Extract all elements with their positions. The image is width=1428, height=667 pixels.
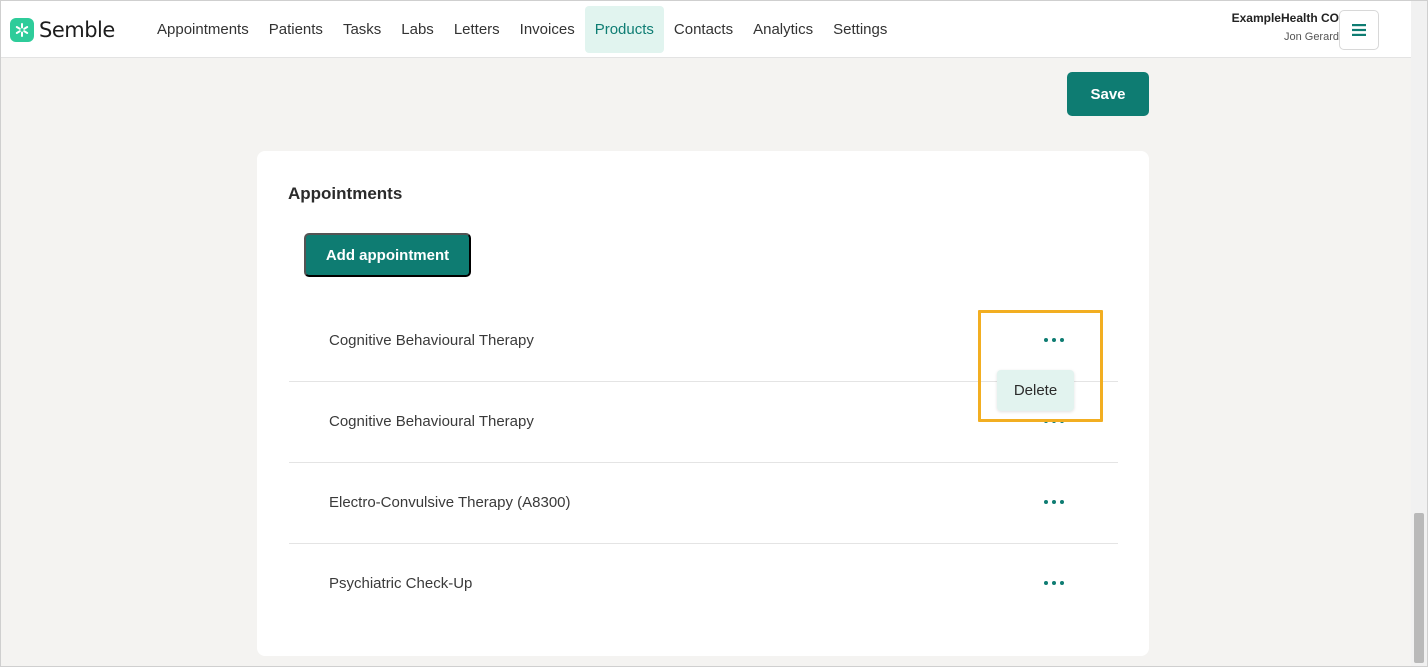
hamburger-menu-icon bbox=[1352, 24, 1366, 36]
nav-invoices[interactable]: Invoices bbox=[510, 6, 585, 53]
semble-logo-icon bbox=[10, 18, 34, 42]
nav-products[interactable]: Products bbox=[584, 6, 664, 53]
save-button[interactable]: Save bbox=[1067, 72, 1149, 116]
nav-settings[interactable]: Settings bbox=[823, 6, 897, 53]
scrollbar-thumb[interactable] bbox=[1414, 513, 1424, 663]
top-navigation-bar: Semble Appointments Patients Tasks Labs … bbox=[1, 1, 1413, 58]
appointment-row: Cognitive Behavioural Therapy bbox=[289, 301, 1118, 382]
more-options-button[interactable] bbox=[1039, 323, 1069, 357]
appointment-row: Electro-Convulsive Therapy (A8300) bbox=[289, 463, 1118, 544]
nav-appointments[interactable]: Appointments bbox=[147, 6, 259, 53]
app-window: Semble Appointments Patients Tasks Labs … bbox=[0, 0, 1428, 667]
appointment-row: Cognitive Behavioural Therapy bbox=[289, 382, 1118, 463]
vertical-scrollbar[interactable] bbox=[1411, 1, 1427, 666]
main-nav: Appointments Patients Tasks Labs Letters… bbox=[147, 6, 897, 53]
add-appointment-button[interactable]: Add appointment bbox=[304, 233, 471, 277]
nav-patients[interactable]: Patients bbox=[259, 6, 333, 53]
more-options-button[interactable] bbox=[1039, 566, 1069, 600]
organization-name: ExampleHealth CO bbox=[1231, 11, 1339, 25]
more-horizontal-icon bbox=[1044, 581, 1064, 585]
nav-letters[interactable]: Letters bbox=[444, 6, 510, 53]
hamburger-menu-button[interactable] bbox=[1339, 10, 1379, 50]
more-horizontal-icon bbox=[1044, 500, 1064, 504]
more-horizontal-icon bbox=[1044, 338, 1064, 342]
more-options-button[interactable] bbox=[1039, 485, 1069, 519]
appointment-row: Psychiatric Check-Up bbox=[289, 544, 1118, 625]
appointment-name: Psychiatric Check-Up bbox=[329, 575, 473, 592]
nav-labs[interactable]: Labs bbox=[391, 6, 444, 53]
nav-tasks[interactable]: Tasks bbox=[333, 6, 391, 53]
appointment-name: Cognitive Behavioural Therapy bbox=[329, 332, 534, 349]
appointments-section-title: Appointments bbox=[288, 184, 403, 203]
appointment-name: Electro-Convulsive Therapy (A8300) bbox=[329, 494, 571, 511]
more-horizontal-icon bbox=[1044, 419, 1064, 423]
logo-wordmark: Semble bbox=[39, 18, 115, 42]
delete-menu-item[interactable]: Delete bbox=[997, 370, 1074, 411]
user-name: Jon Gerard bbox=[1283, 31, 1339, 43]
account-info[interactable]: ExampleHealth CO Jon Gerard bbox=[1232, 11, 1339, 43]
nav-contacts[interactable]: Contacts bbox=[664, 6, 743, 53]
semble-logo[interactable]: Semble bbox=[10, 17, 115, 43]
nav-analytics[interactable]: Analytics bbox=[743, 6, 823, 53]
appointment-name: Cognitive Behavioural Therapy bbox=[329, 413, 534, 430]
